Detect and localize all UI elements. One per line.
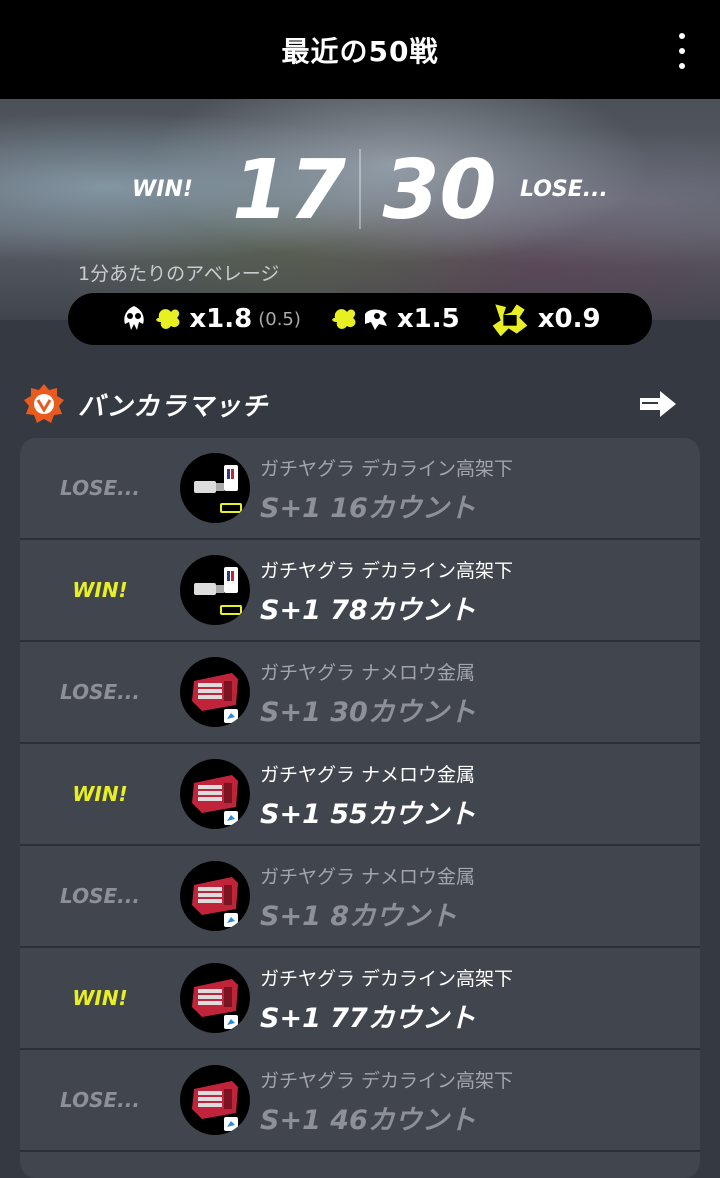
match-stage: ガチヤグラ ナメロウ金属 [260, 662, 476, 684]
special-stat: x0.9 [488, 299, 601, 339]
match-rank: S+1 8カウント [260, 901, 458, 932]
match-rank: S+1 78カウント [260, 595, 476, 626]
match-stage: ガチヤグラ デカライン高架下 [260, 1070, 514, 1092]
match-rank: S+1 46カウント [260, 1105, 476, 1136]
match-row[interactable]: LOSE... ガチヤグラ ナメロウ金属 S+1 30カウント [20, 642, 700, 744]
score-row: WIN! 17 30 LOSE... [0, 139, 720, 249]
match-result: LOSE... [60, 680, 140, 704]
weapon-icon [180, 1065, 250, 1135]
win-label: WIN! [132, 177, 193, 202]
match-rank: S+1 55カウント [260, 799, 476, 830]
kill-stat: x1.8 (0.5) [119, 304, 301, 334]
lose-label: LOSE... [520, 177, 608, 202]
special-weapon-icon [492, 304, 528, 337]
anarchy-battle-icon [24, 384, 64, 423]
match-rank: S+1 30カウント [260, 697, 476, 728]
squid-kill-icon [124, 306, 145, 330]
win-count: 17 [232, 143, 347, 238]
match-stage: ガチヤグラ デカライン高架下 [260, 458, 514, 480]
weapon-icon [180, 453, 250, 523]
match-stage: ガチヤグラ デカライン高架下 [260, 968, 514, 990]
match-row[interactable]: WIN! ガチヤグラ デカライン高架下 S+1 78カウント [20, 540, 700, 642]
weapon-icon [180, 963, 250, 1033]
match-result: WIN! [72, 782, 128, 806]
arrow-right-icon[interactable] [638, 389, 678, 419]
match-result: LOSE... [60, 476, 140, 500]
match-row[interactable]: LOSE... ガチヤグラ デカライン高架下 S+1 16カウント [20, 438, 700, 540]
death-stat: x1.5 [329, 304, 460, 334]
match-list: LOSE... ガチヤグラ デカライン高架下 S+1 16カウント WIN! ガチヤグラ… [20, 438, 700, 1178]
app-header: 最近の50戦 [0, 0, 720, 99]
weapon-icon [180, 759, 250, 829]
score-divider [359, 149, 361, 229]
special-value: x0.9 [537, 304, 601, 334]
match-stage: ガチヤグラ デカライン高架下 [260, 560, 514, 582]
average-stats-bar: x1.8 (0.5) x1.5 x0.9 [68, 293, 652, 345]
kill-value: x1.8 [189, 304, 253, 334]
section-title: バンカラマッチ [78, 391, 269, 422]
match-stage: ガチヤグラ ナメロウ金属 [260, 764, 476, 786]
average-label: 1分あたりのアベレージ [78, 263, 280, 285]
weapon-icon [180, 861, 250, 931]
match-result: LOSE... [60, 884, 140, 908]
lose-count: 30 [382, 143, 497, 238]
weapon-icon [180, 555, 250, 625]
assist-value: (0.5) [258, 308, 301, 330]
match-result: WIN! [72, 986, 128, 1010]
match-rank: S+1 16カウント [260, 493, 476, 524]
match-result: LOSE... [60, 1088, 140, 1112]
weapon-icon [180, 657, 250, 727]
section-header: バンカラマッチ [22, 383, 698, 425]
splat-icon [332, 309, 356, 329]
more-menu-icon[interactable] [672, 33, 692, 69]
death-value: x1.5 [396, 304, 460, 334]
squid-death-icon [364, 309, 387, 330]
match-result: WIN! [72, 578, 128, 602]
match-row[interactable]: LOSE... ガチヤグラ デカライン高架下 S+1 46カウント [20, 1050, 700, 1152]
summary-hero: WIN! 17 30 LOSE... 1分あたりのアベレージ [0, 99, 720, 320]
page-title: 最近の50戦 [281, 34, 439, 68]
match-row[interactable]: LOSE... ガチヤグラ ナメロウ金属 S+1 8カウント [20, 846, 700, 948]
match-rank: S+1 77カウント [260, 1003, 476, 1034]
match-stage: ガチヤグラ ナメロウ金属 [260, 866, 476, 888]
match-row[interactable]: WIN! ガチヤグラ ナメロウ金属 S+1 55カウント [20, 744, 700, 846]
match-row[interactable]: WIN! ガチヤグラ デカライン高架下 S+1 77カウント [20, 948, 700, 1050]
splat-icon [156, 309, 180, 329]
